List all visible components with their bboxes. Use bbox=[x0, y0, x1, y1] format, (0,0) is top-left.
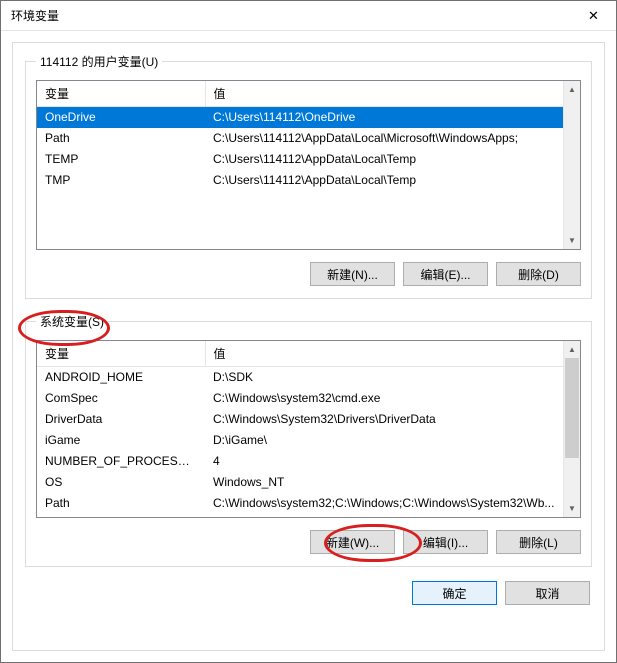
cell-value: D:\SDK bbox=[205, 367, 563, 388]
close-button[interactable]: ✕ bbox=[571, 1, 616, 30]
window-title: 环境变量 bbox=[11, 7, 59, 24]
table-row[interactable]: PathC:\Windows\system32;C:\Windows;C:\Wi… bbox=[37, 493, 563, 514]
user-vars-legend: 114112 的用户变量(U) bbox=[36, 53, 162, 70]
cell-variable: Path bbox=[37, 128, 205, 149]
cell-variable: iGame bbox=[37, 430, 205, 451]
titlebar: 环境变量 ✕ bbox=[1, 1, 616, 31]
cell-variable: OS bbox=[37, 472, 205, 493]
env-var-dialog: 环境变量 ✕ 114112 的用户变量(U) 变量 值 bbox=[0, 0, 617, 663]
system-new-button[interactable]: 新建(W)... bbox=[310, 530, 395, 554]
col-header-value[interactable]: 值 bbox=[205, 81, 563, 107]
user-vars-buttons: 新建(N)... 编辑(E)... 删除(D) bbox=[36, 262, 581, 286]
cell-variable: ANDROID_HOME bbox=[37, 367, 205, 388]
cell-value: C:\Windows\system32;C:\Windows;C:\Window… bbox=[205, 493, 563, 514]
table-row[interactable]: OSWindows_NT bbox=[37, 472, 563, 493]
table-row[interactable]: NUMBER_OF_PROCESSORS4 bbox=[37, 451, 563, 472]
table-row[interactable]: TEMPC:\Users\114112\AppData\Local\Temp bbox=[37, 149, 563, 170]
cancel-button[interactable]: 取消 bbox=[505, 581, 590, 605]
scroll-up-icon[interactable]: ▲ bbox=[564, 81, 580, 98]
cell-value: 4 bbox=[205, 451, 563, 472]
cell-variable: NUMBER_OF_PROCESSORS bbox=[37, 451, 205, 472]
cell-variable: OneDrive bbox=[37, 107, 205, 128]
cell-value: C:\Windows\system32\cmd.exe bbox=[205, 388, 563, 409]
table-row[interactable]: ComSpecC:\Windows\system32\cmd.exe bbox=[37, 388, 563, 409]
system-vars-group: 系统变量(S) 变量 值 ANDROID_HOMED: bbox=[25, 313, 592, 567]
scrollbar-thumb[interactable] bbox=[565, 358, 579, 458]
cell-value: C:\Windows\System32\Drivers\DriverData bbox=[205, 409, 563, 430]
dialog-body: 114112 的用户变量(U) 变量 值 OneDriveC:\Users bbox=[1, 31, 616, 662]
table-row[interactable]: DriverDataC:\Windows\System32\Drivers\Dr… bbox=[37, 409, 563, 430]
scroll-up-icon[interactable]: ▲ bbox=[564, 341, 580, 358]
cell-variable: ComSpec bbox=[37, 388, 205, 409]
col-header-variable[interactable]: 变量 bbox=[37, 81, 205, 107]
cell-value: Windows_NT bbox=[205, 472, 563, 493]
dialog-footer-buttons: 确定 取消 bbox=[25, 581, 592, 605]
cell-value: C:\Users\114112\AppData\Local\Temp bbox=[205, 149, 563, 170]
user-table-scrollbar[interactable]: ▲ ▼ bbox=[563, 81, 580, 249]
cell-variable: TEMP bbox=[37, 149, 205, 170]
table-row[interactable]: TMPC:\Users\114112\AppData\Local\Temp bbox=[37, 170, 563, 191]
user-vars-group: 114112 的用户变量(U) 变量 值 OneDriveC:\Users bbox=[25, 53, 592, 299]
col-header-value[interactable]: 值 bbox=[205, 341, 563, 367]
cell-variable: DriverData bbox=[37, 409, 205, 430]
main-panel: 114112 的用户变量(U) 变量 值 OneDriveC:\Users bbox=[12, 42, 605, 651]
system-vars-table[interactable]: 变量 值 ANDROID_HOMED:\SDKComSpecC:\Windows… bbox=[37, 341, 563, 514]
table-row[interactable]: PathC:\Users\114112\AppData\Local\Micros… bbox=[37, 128, 563, 149]
scroll-down-icon[interactable]: ▼ bbox=[564, 500, 580, 517]
cell-value: C:\Users\114112\AppData\Local\Temp bbox=[205, 170, 563, 191]
ok-button[interactable]: 确定 bbox=[412, 581, 497, 605]
user-edit-button[interactable]: 编辑(E)... bbox=[403, 262, 488, 286]
table-row[interactable]: ANDROID_HOMED:\SDK bbox=[37, 367, 563, 388]
system-vars-buttons: 新建(W)... 编辑(I)... 删除(L) bbox=[36, 530, 581, 554]
col-header-variable[interactable]: 变量 bbox=[37, 341, 205, 367]
close-icon: ✕ bbox=[588, 8, 599, 24]
cell-variable: TMP bbox=[37, 170, 205, 191]
scroll-down-icon[interactable]: ▼ bbox=[564, 232, 580, 249]
cell-value: C:\Users\114112\AppData\Local\Microsoft\… bbox=[205, 128, 563, 149]
user-new-button[interactable]: 新建(N)... bbox=[310, 262, 395, 286]
user-delete-button[interactable]: 删除(D) bbox=[496, 262, 581, 286]
table-row[interactable]: OneDriveC:\Users\114112\OneDrive bbox=[37, 107, 563, 128]
cell-variable: Path bbox=[37, 493, 205, 514]
user-vars-table[interactable]: 变量 值 OneDriveC:\Users\114112\OneDrivePat… bbox=[37, 81, 563, 191]
system-edit-button[interactable]: 编辑(I)... bbox=[403, 530, 488, 554]
table-row[interactable]: iGameD:\iGame\ bbox=[37, 430, 563, 451]
system-vars-legend: 系统变量(S) bbox=[36, 313, 108, 330]
system-delete-button[interactable]: 删除(L) bbox=[496, 530, 581, 554]
user-vars-table-wrap: 变量 值 OneDriveC:\Users\114112\OneDrivePat… bbox=[36, 80, 581, 250]
system-vars-table-wrap: 变量 值 ANDROID_HOMED:\SDKComSpecC:\Windows… bbox=[36, 340, 581, 518]
system-table-scrollbar[interactable]: ▲ ▼ bbox=[563, 341, 580, 517]
cell-value: D:\iGame\ bbox=[205, 430, 563, 451]
cell-value: C:\Users\114112\OneDrive bbox=[205, 107, 563, 128]
